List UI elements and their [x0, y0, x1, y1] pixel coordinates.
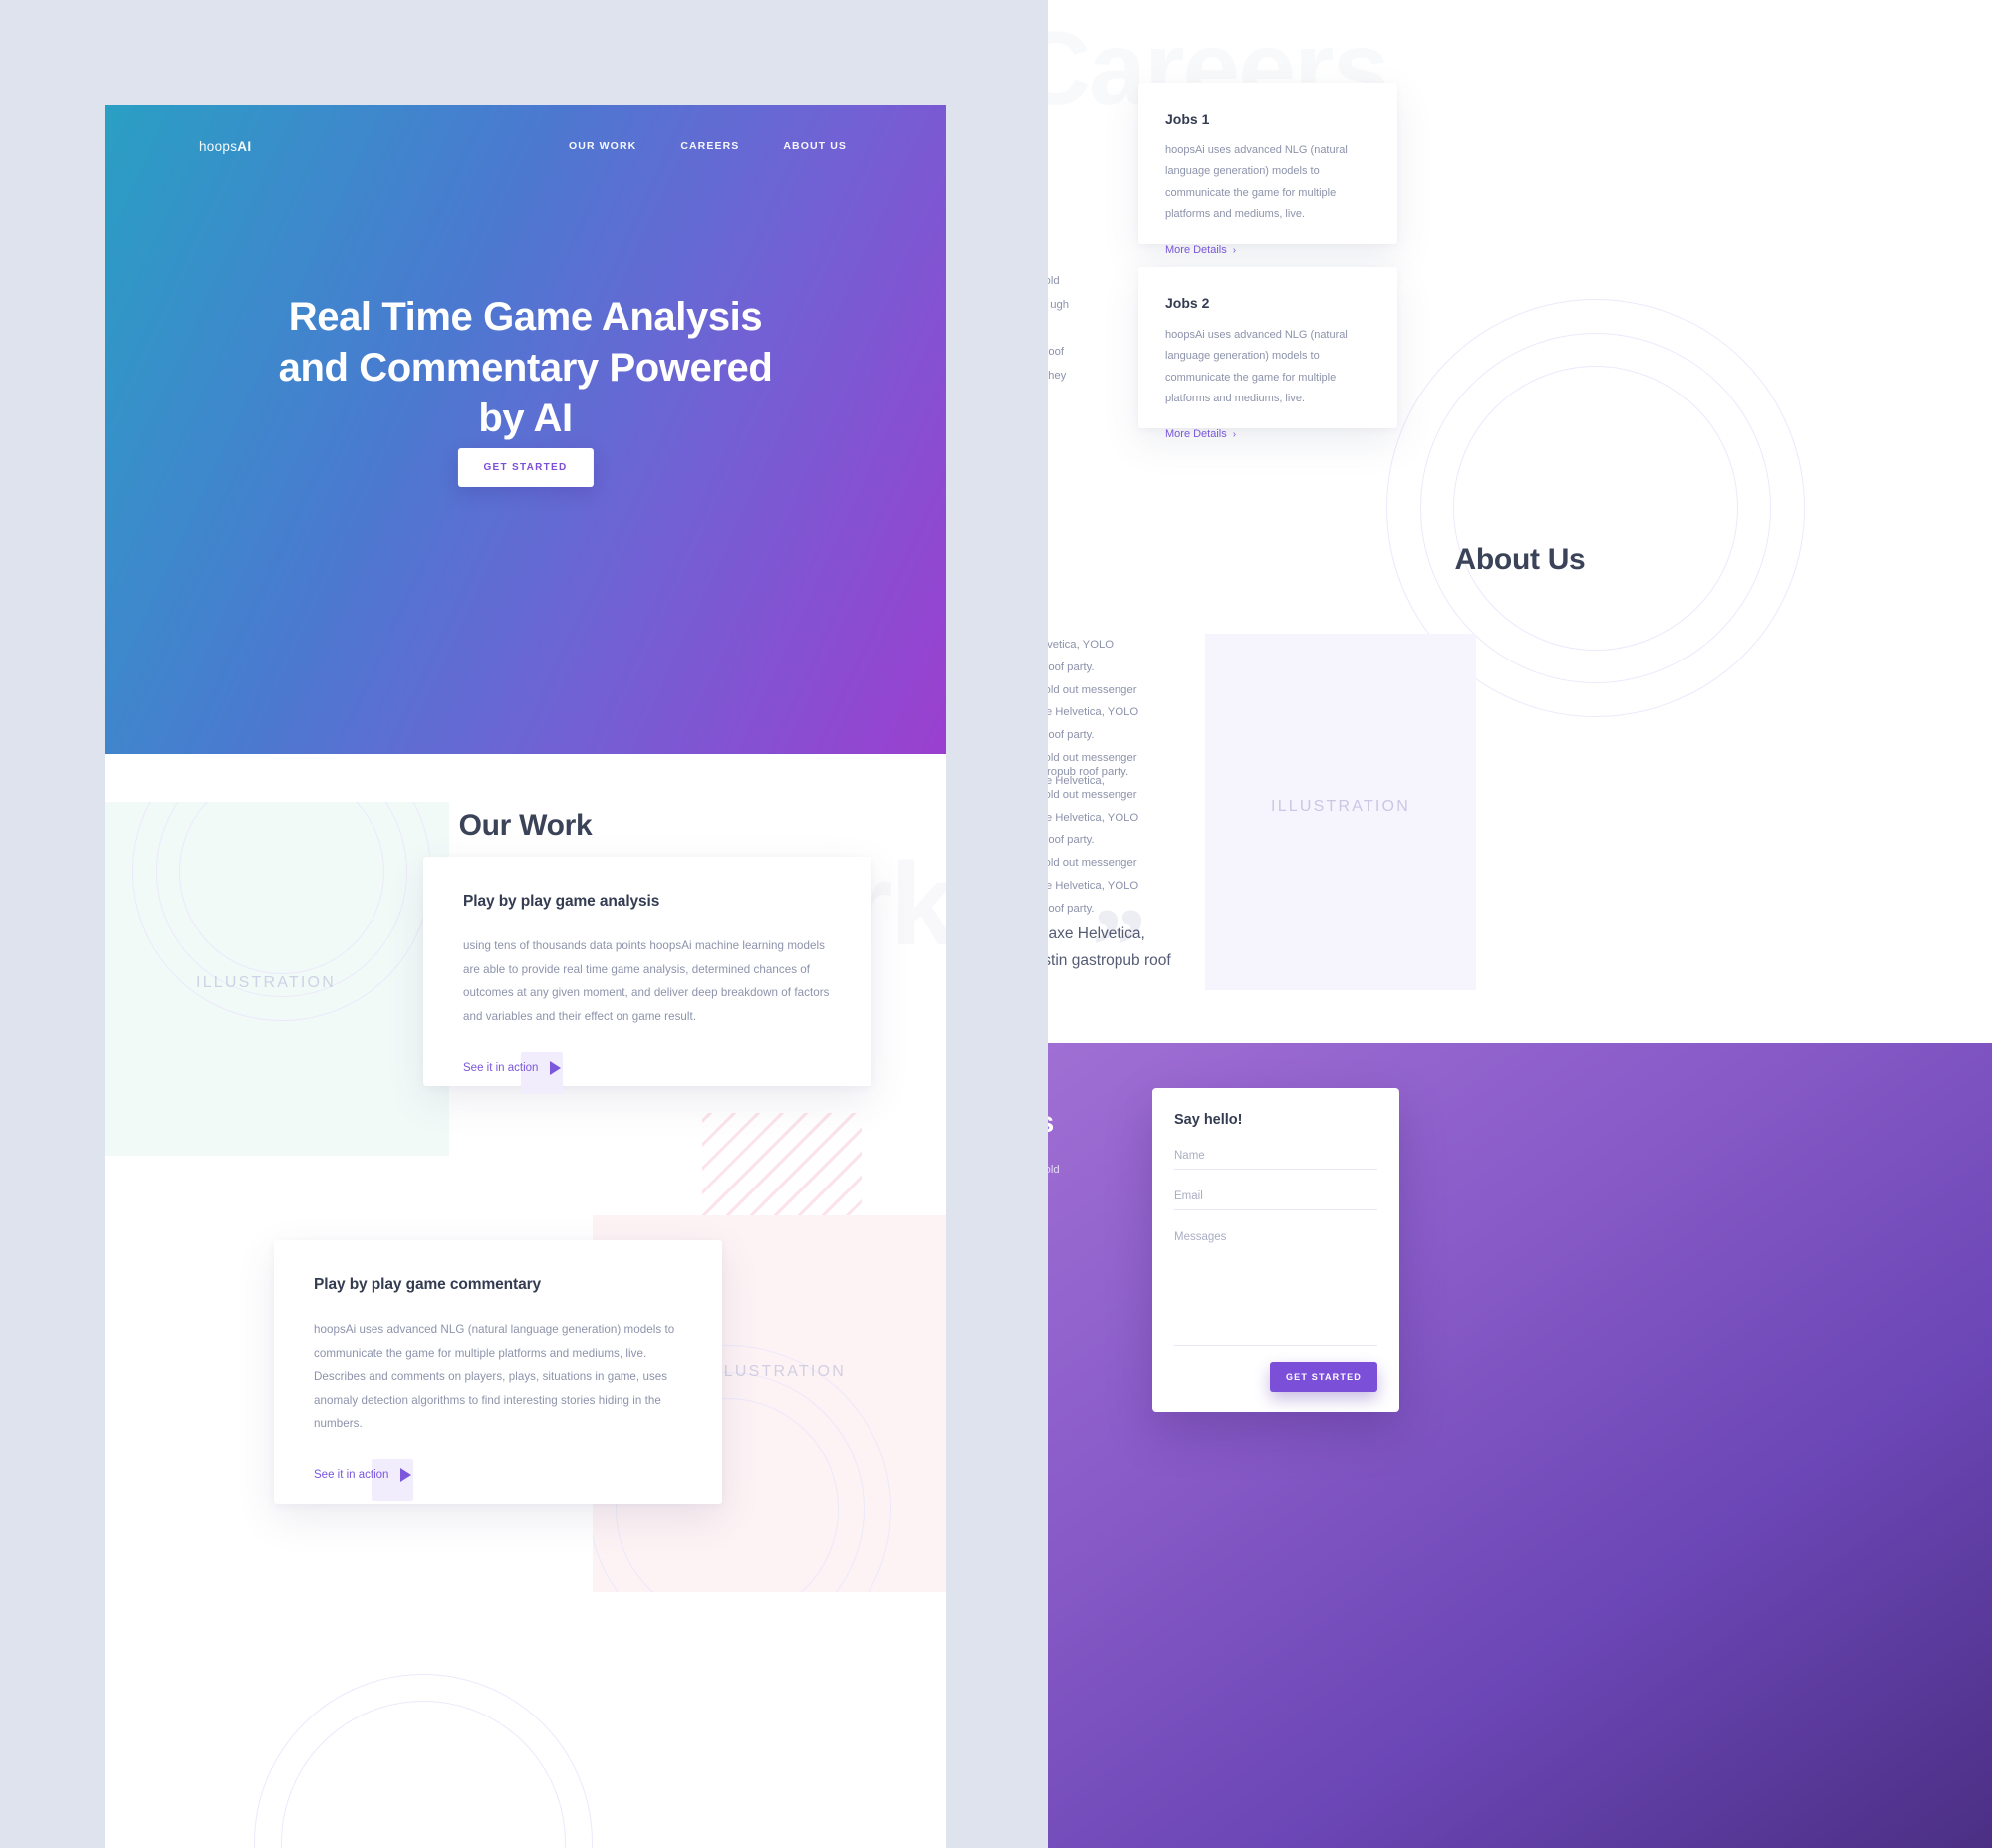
logo-suffix: AI: [237, 138, 252, 154]
hero-title-line-2: and Commentary Powered: [278, 346, 773, 391]
card-body: hoopsAi uses advanced NLG (natural langu…: [314, 1323, 675, 1431]
card-title: Play by play game analysis: [463, 893, 660, 910]
hero-title: Real Time Game Analysis and Commentary P…: [105, 292, 946, 445]
form-get-started-button[interactable]: GET STARTED: [1269, 1362, 1377, 1392]
about-illustration: ILLUSTRATION: [1205, 634, 1476, 990]
hero-get-started-button[interactable]: GET STARTED: [457, 448, 594, 487]
message-input[interactable]: Messages: [1174, 1231, 1377, 1346]
more-details-link-1[interactable]: More Details ›: [1165, 244, 1370, 256]
contact-form-card: Say hello! Name Email Messages GET START…: [1152, 1088, 1399, 1412]
contact-title: Contact us: [1048, 1106, 1054, 1140]
right-page-sheet: Careers Careers Portland ugh fashion axe…: [1048, 0, 1992, 1848]
nav-links: OUR WORK CAREERS ABOUT US: [569, 140, 847, 152]
nav-item-careers[interactable]: CAREERS: [680, 140, 739, 152]
see-it-in-action-link-1[interactable]: See it in action: [463, 1052, 563, 1095]
see-it-in-action-label: See it in action: [463, 1062, 539, 1075]
card-body: using tens of thousands data points hoop…: [463, 939, 830, 1023]
nav-item-about-us[interactable]: ABOUT US: [783, 140, 847, 152]
hero-title-line-3: by AI: [478, 396, 573, 441]
illustration-label: ILLUSTRATION: [196, 974, 336, 991]
careers-body: Portland ugh fashion axe Helvetica, YOLO…: [1048, 275, 1070, 383]
nav-item-our-work[interactable]: OUR WORK: [569, 140, 636, 152]
job-card-1: Jobs 1 hoopsAi uses advanced NLG (natura…: [1138, 83, 1397, 256]
navbar: hoopsAI OUR WORK CAREERS ABOUT US: [105, 127, 946, 166]
chevron-right-icon: ›: [1232, 428, 1237, 440]
our-work-illustration-1: ILLUSTRATION: [105, 802, 449, 1156]
about-quote-text: Portland ugh fashion axe Helvetica, YOLO…: [1048, 925, 1171, 969]
card-title: Play by play game commentary: [314, 1276, 542, 1293]
play-triangle-icon: [550, 1061, 562, 1076]
job-title: Jobs 2: [1165, 295, 1210, 311]
about-title: About Us: [1454, 543, 1586, 576]
hero-section: hoopsAI OUR WORK CAREERS ABOUT US Real T…: [105, 105, 946, 754]
chevron-right-icon: ›: [1232, 244, 1237, 256]
see-it-in-action-label: See it in action: [314, 1468, 389, 1481]
form-title: Say hello!: [1174, 1112, 1243, 1128]
hero-title-line-1: Real Time Game Analysis: [288, 295, 763, 339]
job-body: hoopsAi uses advanced NLG (natural langu…: [1165, 144, 1348, 221]
logo[interactable]: hoopsAI: [199, 139, 251, 154]
about-quote: ” Portland ugh fashion axe Helvetica, YO…: [1048, 892, 1191, 1001]
left-page-sheet: hoopsAI OUR WORK CAREERS ABOUT US Real T…: [105, 105, 946, 1848]
decorative-rings-bottom: [254, 1674, 593, 1848]
contact-body: Meggings cred before they sold out messe…: [1048, 1164, 1060, 1176]
play-triangle-icon: [400, 1467, 412, 1482]
email-input[interactable]: Email: [1174, 1190, 1377, 1210]
our-work-card-analysis: Play by play game analysis using tens of…: [423, 857, 872, 1095]
more-details-label: More Details: [1165, 427, 1227, 440]
more-details-link-2[interactable]: More Details ›: [1165, 428, 1370, 440]
name-input[interactable]: Name: [1174, 1150, 1377, 1170]
job-title: Jobs 1: [1165, 111, 1210, 127]
see-it-in-action-link-2[interactable]: See it in action: [314, 1458, 413, 1501]
illustration-label: ILLUSTRATION: [1271, 798, 1410, 815]
more-details-label: More Details: [1165, 243, 1227, 256]
logo-prefix: hoops: [199, 138, 238, 154]
our-work-card-commentary: Play by play game commentary hoopsAi use…: [274, 1240, 722, 1504]
job-body: hoopsAi uses advanced NLG (natural langu…: [1165, 329, 1348, 405]
job-card-2: Jobs 2 hoopsAi uses advanced NLG (natura…: [1138, 267, 1397, 440]
